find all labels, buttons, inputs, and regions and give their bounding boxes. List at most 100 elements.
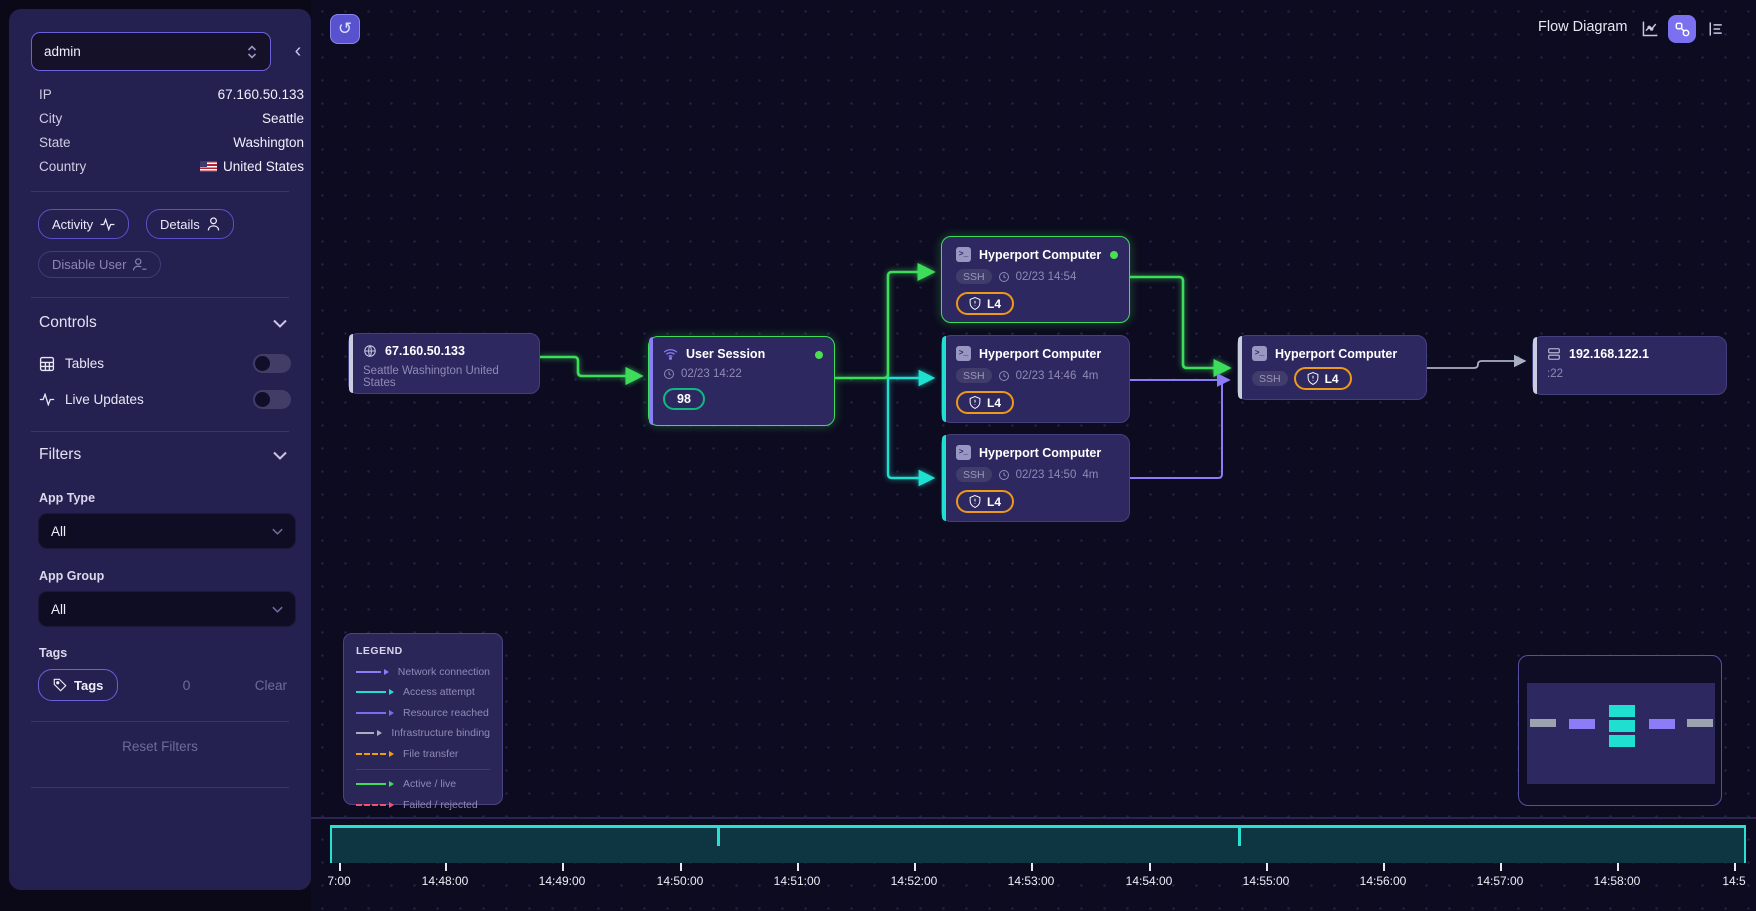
- app-type-select[interactable]: All: [38, 513, 296, 549]
- legend-item: File transfer: [356, 748, 490, 760]
- timeline-tick: [1383, 863, 1385, 871]
- edge-hp-bottom-to-hp-right: [1130, 381, 1222, 478]
- tags-count: 0: [118, 677, 254, 693]
- timeline-brush[interactable]: [330, 825, 1746, 863]
- undo-button[interactable]: ↺: [330, 14, 360, 44]
- tags-clear-button[interactable]: Clear: [255, 678, 287, 693]
- legend-item: Infrastructure binding: [356, 727, 490, 739]
- node-user-session[interactable]: User Session 02/23 14:22 98: [648, 336, 835, 426]
- legend-item: Active / live: [356, 778, 490, 790]
- table-icon: [39, 356, 55, 372]
- divider: [31, 787, 289, 788]
- log-view-button[interactable]: [1702, 15, 1730, 43]
- minimap-node: [1609, 705, 1635, 717]
- chevron-down-icon: [272, 606, 283, 613]
- tables-toggle[interactable]: [253, 354, 291, 373]
- timeline-tick-label: 14:53:00: [1008, 874, 1055, 888]
- protocol-badge: SSH: [956, 269, 992, 284]
- legend-item: Failed / rejected: [356, 799, 490, 811]
- minimap-node: [1609, 735, 1635, 747]
- node-hyperport-right[interactable]: >_ Hyperport Computer SSH L4: [1237, 335, 1427, 400]
- tables-control-row: Tables: [39, 354, 291, 373]
- divider: [31, 721, 289, 722]
- controls-section-header[interactable]: Controls: [39, 314, 287, 332]
- legend-item: Network connection: [356, 666, 490, 678]
- timeline-tick: [797, 863, 799, 871]
- app-type-label: App Type: [39, 491, 95, 505]
- node-hyperport-middle[interactable]: >_ Hyperport Computer SSH 02/23 14:46 4m…: [941, 335, 1130, 423]
- pulse-icon: [39, 393, 55, 406]
- risk-level-badge: L4: [956, 490, 1014, 513]
- chart-line-icon: [1641, 20, 1659, 38]
- shield-alert-icon: [969, 495, 981, 508]
- minimap-node: [1609, 720, 1635, 732]
- edge-hp-top-to-hp-right: [1130, 277, 1228, 368]
- shield-alert-icon: [969, 396, 981, 409]
- legend-status-items: Active / live Failed / rejected: [356, 778, 490, 811]
- minimap-node: [1649, 719, 1675, 729]
- tag-icon: [53, 678, 67, 692]
- undo-icon: ↺: [338, 19, 352, 39]
- tags-button[interactable]: Tags: [38, 669, 118, 701]
- timeline-tick: [1031, 863, 1033, 871]
- globe-icon: [363, 344, 377, 358]
- timeline-tick: [562, 863, 564, 871]
- edge-session-to-hp-top: [835, 272, 932, 378]
- chart-view-button[interactable]: [1636, 15, 1664, 43]
- disable-user-button[interactable]: Disable User: [38, 251, 161, 278]
- node-hyperport-bottom[interactable]: >_ Hyperport Computer SSH 02/23 14:50 4m…: [941, 434, 1130, 522]
- risk-level-badge: L4: [956, 391, 1014, 414]
- user-select[interactable]: admin: [31, 32, 271, 71]
- session-count-badge: 98: [663, 388, 705, 410]
- node-destination-ip[interactable]: 192.168.122.1 :22: [1532, 336, 1727, 395]
- us-flag-icon: [200, 161, 217, 172]
- timeline-tick: [914, 863, 916, 871]
- timeline-tick-label: 14:5: [1722, 874, 1745, 888]
- reset-filters-button[interactable]: Reset Filters: [9, 739, 311, 754]
- node-hyperport-top[interactable]: >_ Hyperport Computer SSH 02/23 14:54 L4: [941, 236, 1130, 323]
- flow-diagram-icon: [1674, 21, 1691, 38]
- chevron-down-icon: [273, 319, 287, 328]
- flow-view-button[interactable]: [1668, 15, 1696, 43]
- timeline-tick-label: 14:58:00: [1594, 874, 1641, 888]
- person-icon: [207, 217, 220, 231]
- terminal-icon: >_: [956, 346, 971, 361]
- shield-alert-icon: [1307, 372, 1319, 385]
- chevron-updown-icon: [246, 45, 258, 59]
- tables-label: Tables: [65, 356, 243, 371]
- legend-items: Network connectionAccess attemptResource…: [356, 666, 490, 760]
- terminal-icon: >_: [1252, 346, 1267, 361]
- log-list-icon: [1707, 20, 1725, 38]
- timeline-tick: [445, 863, 447, 871]
- node-source-ip[interactable]: 67.160.50.133 Seattle Washington United …: [348, 333, 540, 394]
- app-group-select[interactable]: All: [38, 591, 296, 627]
- chevron-down-icon: [272, 528, 283, 535]
- sidebar-collapse-button[interactable]: ‹: [285, 37, 311, 65]
- timeline-tick-label: 14:56:00: [1360, 874, 1407, 888]
- terminal-icon: >_: [956, 445, 971, 460]
- app-group-label: App Group: [39, 569, 104, 583]
- minimap-viewport: [1527, 683, 1715, 784]
- edge-session-to-hp-bottom: [888, 378, 932, 478]
- info-row-ip: IP 67.160.50.133: [39, 82, 304, 106]
- app-window: admin ‹ IP 67.160.50.133 City Seattle St…: [0, 0, 1756, 911]
- live-updates-toggle[interactable]: [253, 390, 291, 409]
- protocol-badge: SSH: [956, 368, 992, 383]
- clock-icon: [998, 469, 1010, 481]
- server-icon: [1547, 347, 1561, 361]
- timeline-tick: [1266, 863, 1268, 871]
- details-button[interactable]: Details: [146, 209, 234, 239]
- activity-button[interactable]: Activity: [38, 209, 129, 239]
- minimap[interactable]: [1518, 655, 1722, 806]
- shield-alert-icon: [969, 297, 981, 310]
- risk-level-badge: L4: [956, 292, 1014, 315]
- chevron-down-icon: [273, 451, 287, 460]
- clock-icon: [998, 370, 1010, 382]
- info-row-city: City Seattle: [39, 106, 304, 130]
- timeline-tick: [1149, 863, 1151, 871]
- pulse-icon: [100, 218, 115, 231]
- live-indicator: [1110, 251, 1118, 259]
- filters-section-header[interactable]: Filters: [39, 446, 287, 464]
- live-updates-control-row: Live Updates: [39, 390, 291, 409]
- live-updates-label: Live Updates: [65, 392, 243, 407]
